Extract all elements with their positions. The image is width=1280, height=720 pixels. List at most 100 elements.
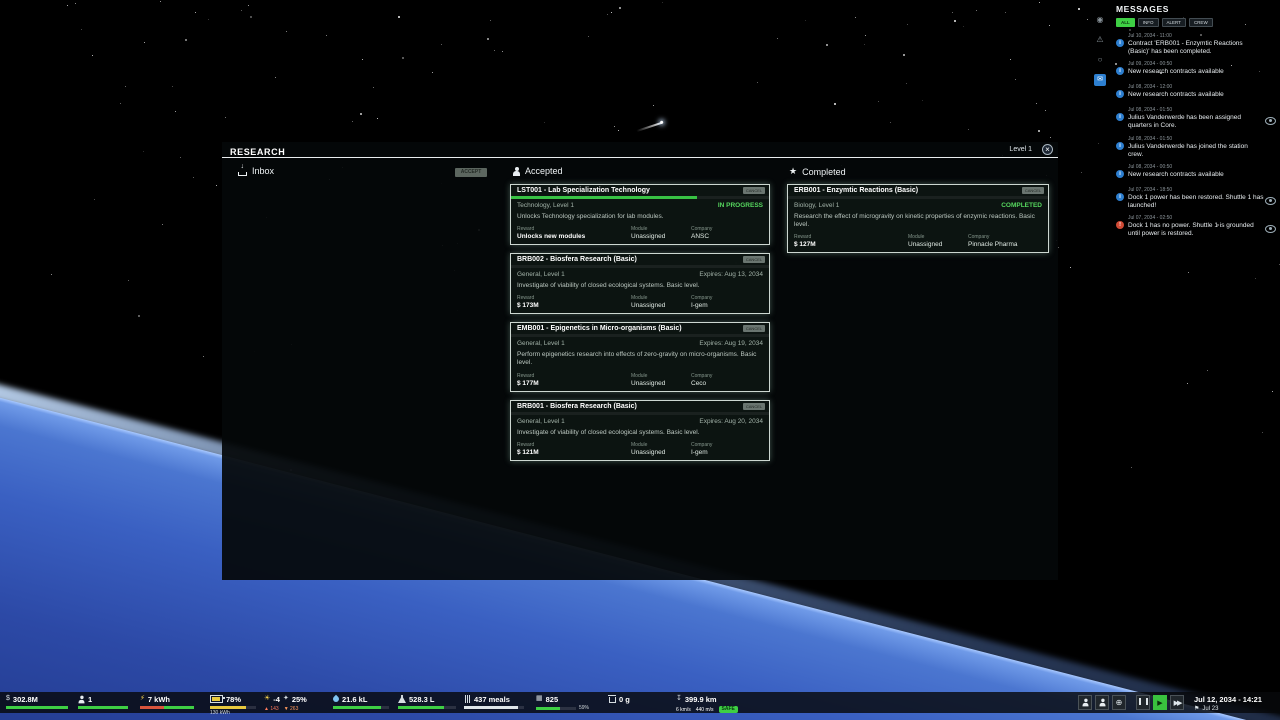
reward-label: Reward xyxy=(794,234,908,240)
power-icon: ⚡ xyxy=(140,694,145,704)
filter-info-button[interactable]: INFO xyxy=(1138,18,1159,27)
contract-action-button[interactable]: CANCEL xyxy=(1022,187,1044,194)
contract-footer: Reward Unlocks new modules Module Unassi… xyxy=(511,221,769,244)
crew-stat: 1 xyxy=(78,694,128,709)
message-text: Julius Vanderwerde has been assigned qua… xyxy=(1128,114,1264,130)
contract-title-row: BRB001 - Biosfera Research (Basic) CANCE… xyxy=(511,401,769,412)
reward-label: Reward xyxy=(517,442,631,448)
contract-status: IN PROGRESS xyxy=(718,202,763,209)
contract-category: Biology, Level 1 xyxy=(794,202,839,209)
filter-alert-button[interactable]: ALERT xyxy=(1162,18,1186,27)
contract-description: Investigate of viability of closed ecolo… xyxy=(511,425,769,437)
eye-icon[interactable] xyxy=(1265,117,1276,125)
filter-all-button[interactable]: ALL xyxy=(1116,18,1135,27)
contract-title: LST001 - Lab Specialization Technology xyxy=(517,187,650,194)
company-label: Company xyxy=(968,234,1042,240)
contract-card[interactable]: BRB002 - Biosfera Research (Basic) CANCE… xyxy=(510,253,770,314)
contract-card[interactable]: LST001 - Lab Specialization Technology C… xyxy=(510,184,770,245)
contract-category: Technology, Level 1 xyxy=(517,202,574,209)
fast-forward-button[interactable]: ▶▶ xyxy=(1170,695,1184,710)
crew-window-button[interactable] xyxy=(1078,695,1092,710)
alerts-toggle-icon[interactable]: ⚠ xyxy=(1094,34,1106,46)
completed-cards-list: ERB001 - Enzymtic Reactions (Basic) CANC… xyxy=(787,184,1049,253)
station-window-button[interactable]: ⊕ xyxy=(1112,695,1126,710)
contract-card[interactable]: BRB001 - Biosfera Research (Basic) CANCE… xyxy=(510,400,770,461)
crew-icon xyxy=(79,695,85,703)
message-body: Jul 08, 2034 - 01:50 Julius Vanderwerde … xyxy=(1128,136,1264,159)
assignments-window-button[interactable] xyxy=(1095,695,1109,710)
message-item[interactable]: i Jul 08, 2034 - 00:50 New research cont… xyxy=(1116,164,1278,182)
person-icon xyxy=(1082,699,1088,707)
contract-status: Expires: Aug 13, 2034 xyxy=(699,271,763,278)
message-body: Jul 08, 2034 - 01:50 Julius Vanderwerde … xyxy=(1128,107,1264,130)
inbox-icon xyxy=(238,166,247,176)
company-value: Pinnacle Pharma xyxy=(968,241,1042,248)
events-toggle-icon[interactable]: ○ xyxy=(1094,54,1106,66)
contract-action-button[interactable]: CANCEL xyxy=(743,187,765,194)
message-item[interactable]: i Jul 08, 2034 - 01:50 Julius Vanderwerd… xyxy=(1116,136,1278,159)
crew-value: 1 xyxy=(88,695,92,704)
status-bar: $ 302.8M 1 ⚡ 7 kWh 78% xyxy=(0,692,1280,713)
contract-title: ERB001 - Enzymtic Reactions (Basic) xyxy=(794,187,918,194)
contract-footer: Reward $ 173M Module Unassigned Company … xyxy=(511,290,769,313)
message-timestamp: Jul 09, 2034 - 00:50 xyxy=(1128,61,1224,67)
module-label: Module xyxy=(631,373,691,379)
orbit-decay: 440 m/s xyxy=(696,707,714,713)
cargo-icon: ▦ xyxy=(536,694,543,704)
message-level-icon: i xyxy=(1116,113,1124,121)
biomass-value: 528.3 L xyxy=(409,695,434,704)
reward-value: $ 177M xyxy=(517,380,631,387)
game-datetime: Jul 12, 2034 - 14:21 xyxy=(1194,695,1262,704)
accept-button[interactable]: ACCEPT xyxy=(455,168,487,177)
contract-title: BRB001 - Biosfera Research (Basic) xyxy=(517,403,637,410)
contract-action-button[interactable]: CANCEL xyxy=(743,256,765,263)
reward-value: Unlocks new modules xyxy=(517,233,631,240)
eye-icon[interactable] xyxy=(1265,225,1276,233)
filter-crew-button[interactable]: CREW xyxy=(1189,18,1213,27)
message-item[interactable]: i Jul 10, 2034 - 11:00 Contract 'ERB001 … xyxy=(1116,33,1278,56)
message-item[interactable]: i Jul 09, 2034 - 00:50 New research cont… xyxy=(1116,61,1278,79)
module-value: Unassigned xyxy=(631,449,691,456)
eye-icon[interactable] xyxy=(1265,197,1276,205)
camera-toggle-icon[interactable]: ◉ xyxy=(1094,14,1106,26)
messages-toggle-icon[interactable]: ✉ xyxy=(1094,74,1106,86)
contract-footer: Reward $ 121M Module Unassigned Company … xyxy=(511,437,769,460)
play-button[interactable]: ▶ xyxy=(1153,695,1167,710)
contract-meta-row: General, Level 1 Expires: Aug 19, 2034 xyxy=(511,337,769,347)
message-timestamp: Jul 08, 2034 - 01:50 xyxy=(1128,136,1264,142)
message-body: Jul 07, 2034 - 02:50 Dock 1 has no power… xyxy=(1128,215,1264,238)
message-filters: ALL INFO ALERT CREW xyxy=(1116,18,1278,27)
contract-card[interactable]: EMB001 - Epigenetics in Micro-organisms … xyxy=(510,322,770,391)
contract-footer: Reward $ 177M Module Unassigned Company … xyxy=(511,368,769,391)
radiator-icon: ✦ xyxy=(283,694,289,704)
battery-stat: 78% 130 kWh xyxy=(210,694,256,716)
message-level-icon: i xyxy=(1116,90,1124,98)
contract-action-button[interactable]: CANCEL xyxy=(743,325,765,332)
reward-value: $ 173M xyxy=(517,302,631,309)
pause-button[interactable] xyxy=(1136,695,1150,710)
contract-action-button[interactable]: CANCEL xyxy=(743,403,765,410)
company-value: I-gem xyxy=(691,302,763,309)
message-item[interactable]: i Jul 08, 2034 - 12:00 New research cont… xyxy=(1116,84,1278,102)
close-icon[interactable]: × xyxy=(1042,144,1053,155)
company-value: Ceco xyxy=(691,380,763,387)
flag-icon: ⚑ xyxy=(1194,705,1199,712)
person-icon xyxy=(513,167,520,176)
message-timestamp: Jul 08, 2034 - 01:50 xyxy=(1128,107,1264,113)
company-label: Company xyxy=(691,226,763,232)
heat-in-value: ▲ 143 xyxy=(264,706,279,712)
message-item[interactable]: ! Jul 07, 2034 - 02:50 Dock 1 has no pow… xyxy=(1116,215,1278,238)
research-panel: RESEARCH Level 1 × Inbox ACCEPT Accepted… xyxy=(222,142,1058,580)
company-value: I-gem xyxy=(691,449,763,456)
flask-icon xyxy=(398,695,406,703)
contract-meta-row: Biology, Level 1 COMPLETED xyxy=(788,199,1048,209)
contract-meta-row: Technology, Level 1 IN PROGRESS xyxy=(511,199,769,209)
battery-value: 78% xyxy=(226,695,241,704)
message-item[interactable]: i Jul 07, 2034 - 18:50 Dock 1 power has … xyxy=(1116,187,1278,210)
company-label: Company xyxy=(691,442,763,448)
message-item[interactable]: i Jul 08, 2034 - 01:50 Julius Vanderwerd… xyxy=(1116,107,1278,130)
money-stat: $ 302.8M xyxy=(6,694,68,709)
money-value: 302.8M xyxy=(13,695,38,704)
biomass-bar xyxy=(398,706,456,709)
contract-card[interactable]: ERB001 - Enzymtic Reactions (Basic) CANC… xyxy=(787,184,1049,253)
